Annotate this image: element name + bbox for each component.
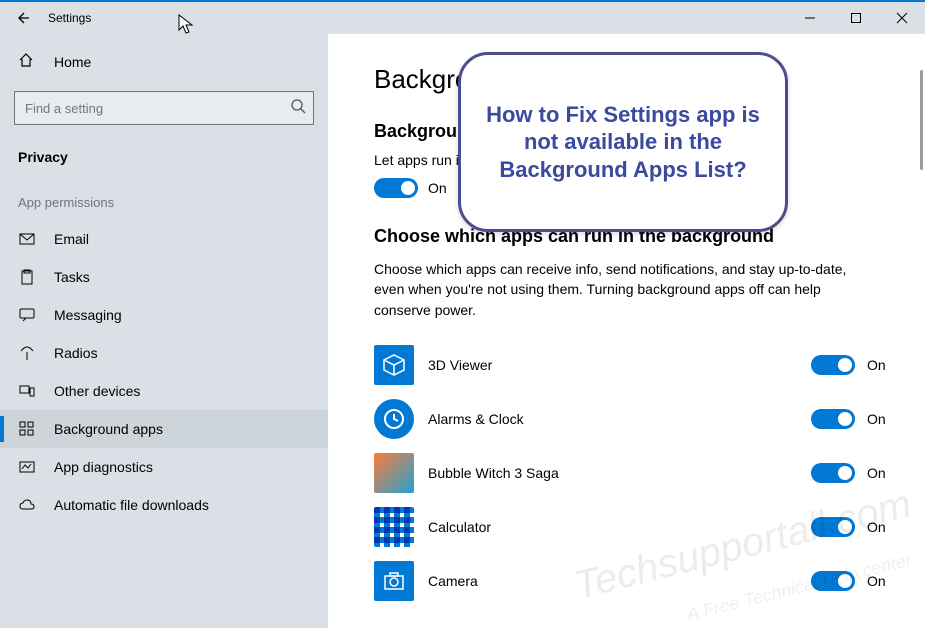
- app-toggle-state: On: [867, 519, 886, 535]
- app-icon-bubblewitch: [374, 453, 414, 493]
- sidebar-item-label: App diagnostics: [54, 459, 153, 475]
- annotation-callout: How to Fix Settings app is not available…: [458, 52, 788, 272]
- sidebar-category: Privacy: [0, 139, 328, 179]
- app-toggle-state: On: [867, 573, 886, 589]
- minimize-button[interactable]: [787, 2, 833, 34]
- antenna-icon: [18, 345, 36, 361]
- titlebar: Settings: [0, 2, 925, 34]
- callout-text: How to Fix Settings app is not available…: [483, 101, 763, 184]
- sidebar-section-label: App permissions: [0, 179, 328, 220]
- sidebar-item-label: Tasks: [54, 269, 90, 285]
- app-icon-alarms: [374, 399, 414, 439]
- message-icon: [18, 307, 36, 323]
- app-row: Camera On: [374, 554, 901, 608]
- sidebar-item-label: Other devices: [54, 383, 140, 399]
- close-button[interactable]: [879, 2, 925, 34]
- cloud-icon: [18, 497, 36, 513]
- sidebar-item-radios[interactable]: Radios: [0, 334, 328, 372]
- sidebar-item-app-diagnostics[interactable]: App diagnostics: [0, 448, 328, 486]
- maximize-button[interactable]: [833, 2, 879, 34]
- master-toggle-state: On: [428, 180, 447, 196]
- back-button[interactable]: [0, 2, 44, 34]
- scrollbar-thumb[interactable]: [920, 70, 923, 170]
- minimize-icon: [804, 12, 816, 24]
- devices-icon: [18, 383, 36, 399]
- app-row: Calculator On: [374, 500, 901, 554]
- app-icon-camera: [374, 561, 414, 601]
- search-icon: [290, 98, 306, 119]
- sidebar-item-label: Background apps: [54, 421, 163, 437]
- window-title: Settings: [48, 11, 91, 25]
- sidebar-item-background-apps[interactable]: Background apps: [0, 410, 328, 448]
- sidebar-item-messaging[interactable]: Messaging: [0, 296, 328, 334]
- app-name: 3D Viewer: [428, 357, 811, 373]
- app-name: Bubble Witch 3 Saga: [428, 465, 811, 481]
- app-icon-3dviewer: [374, 345, 414, 385]
- app-toggle[interactable]: [811, 463, 855, 483]
- close-icon: [896, 12, 908, 24]
- sidebar-home[interactable]: Home: [0, 42, 328, 81]
- app-toggle-state: On: [867, 411, 886, 427]
- maximize-icon: [850, 12, 862, 24]
- arrow-left-icon: [14, 10, 30, 26]
- sidebar-item-other-devices[interactable]: Other devices: [0, 372, 328, 410]
- master-toggle[interactable]: [374, 178, 418, 198]
- app-row: Bubble Witch 3 Saga On: [374, 446, 901, 500]
- app-toggle[interactable]: [811, 409, 855, 429]
- sidebar-item-label: Messaging: [54, 307, 122, 323]
- app-toggle[interactable]: [811, 517, 855, 537]
- grid-icon: [18, 421, 36, 437]
- app-name: Alarms & Clock: [428, 411, 811, 427]
- diagnostics-icon: [18, 459, 36, 475]
- app-toggle[interactable]: [811, 571, 855, 591]
- sidebar-item-automatic-downloads[interactable]: Automatic file downloads: [0, 486, 328, 524]
- sidebar-item-label: Automatic file downloads: [54, 497, 209, 513]
- clipboard-icon: [18, 269, 36, 285]
- app-row: Alarms & Clock On: [374, 392, 901, 446]
- sidebar-item-tasks[interactable]: Tasks: [0, 258, 328, 296]
- home-icon: [18, 52, 36, 71]
- sidebar-home-label: Home: [54, 54, 91, 70]
- app-toggle-state: On: [867, 357, 886, 373]
- sidebar-item-label: Radios: [54, 345, 98, 361]
- app-name: Calculator: [428, 519, 811, 535]
- sidebar-item-email[interactable]: Email: [0, 220, 328, 258]
- sidebar-item-label: Email: [54, 231, 89, 247]
- app-toggle[interactable]: [811, 355, 855, 375]
- app-toggle-state: On: [867, 465, 886, 481]
- search-input[interactable]: [14, 91, 314, 125]
- app-row: 3D Viewer On: [374, 338, 901, 392]
- sidebar: Home Privacy App permissions Email Tasks…: [0, 34, 328, 628]
- mail-icon: [18, 231, 36, 247]
- app-icon-calculator: [374, 507, 414, 547]
- app-name: Camera: [428, 573, 811, 589]
